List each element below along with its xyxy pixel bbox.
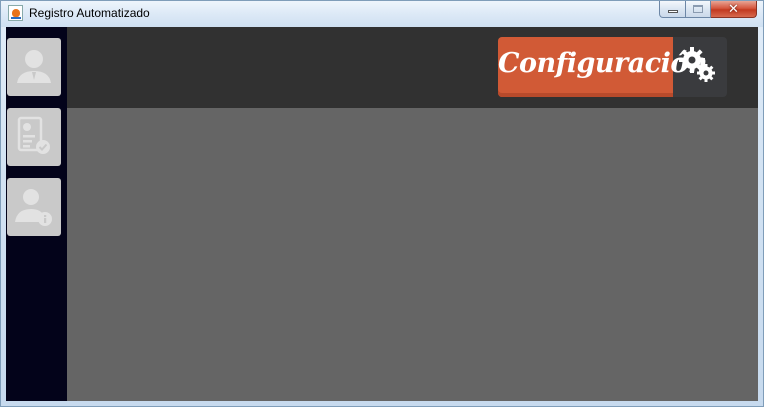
- java-app-icon[interactable]: [8, 5, 23, 21]
- configuration-button[interactable]: Configuración: [498, 37, 727, 97]
- client-area: Configuración: [6, 27, 758, 401]
- window-controls: ✕: [659, 1, 757, 19]
- sidebar: [6, 27, 67, 401]
- user-icon: [17, 50, 51, 83]
- user-info-icon: [15, 189, 52, 226]
- maximize-button[interactable]: [686, 1, 711, 18]
- configuration-label-box: Configuración: [498, 37, 708, 97]
- header-bar: Configuración: [67, 27, 758, 108]
- sidebar-item-reports[interactable]: [7, 108, 61, 166]
- minimize-button[interactable]: [659, 1, 686, 18]
- window-title: Registro Automatizado: [29, 6, 150, 20]
- close-button[interactable]: ✕: [711, 1, 757, 18]
- main-content-area: [67, 108, 758, 401]
- configuration-label: Configuración: [498, 48, 708, 79]
- title-bar[interactable]: Registro Automatizado ✕: [1, 1, 763, 27]
- clipboard-check-icon: [17, 116, 50, 154]
- sidebar-item-user-info[interactable]: [7, 178, 61, 236]
- close-icon: ✕: [728, 1, 739, 16]
- sidebar-item-user[interactable]: [7, 38, 61, 96]
- app-window: Registro Automatizado ✕ Configuración: [0, 0, 764, 407]
- gears-icon: [679, 47, 715, 82]
